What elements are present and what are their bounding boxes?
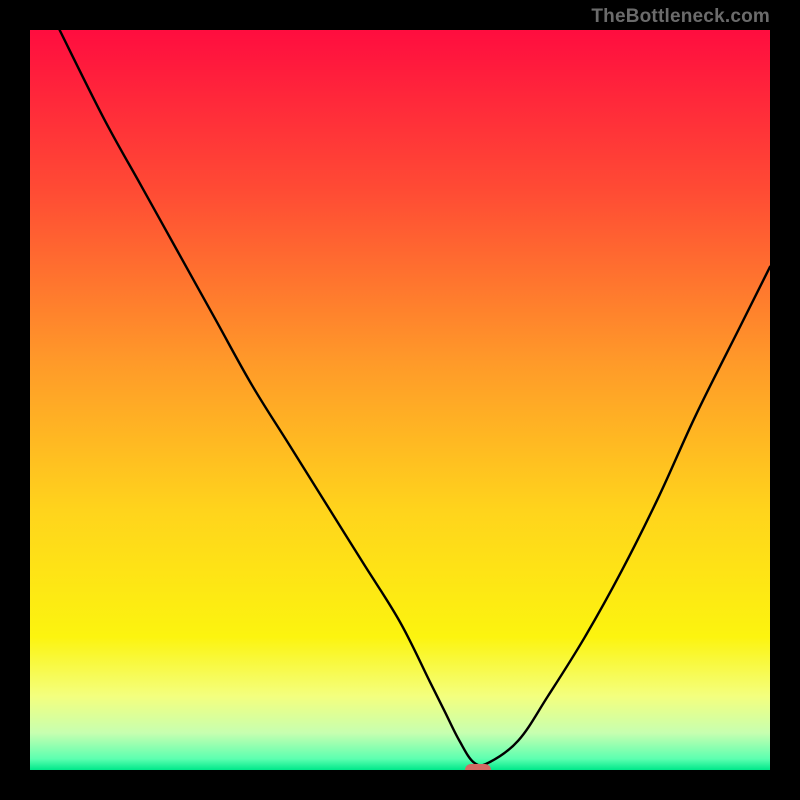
chart-frame: TheBottleneck.com bbox=[0, 0, 800, 800]
bottleneck-curve bbox=[30, 30, 770, 770]
minimum-marker bbox=[465, 764, 491, 770]
attribution-label: TheBottleneck.com bbox=[591, 6, 770, 28]
plot-area bbox=[30, 30, 770, 770]
